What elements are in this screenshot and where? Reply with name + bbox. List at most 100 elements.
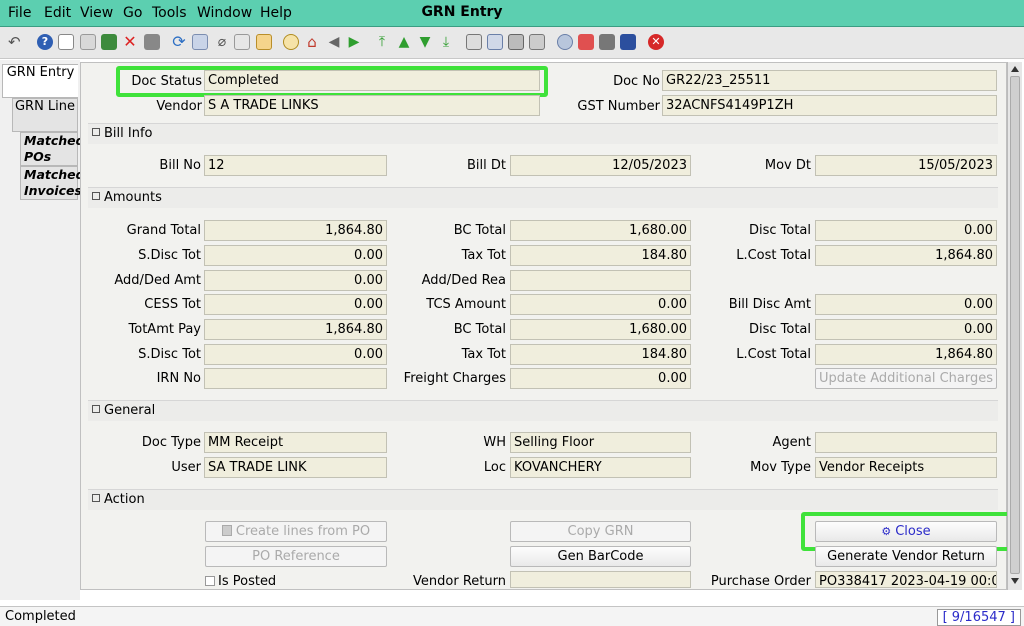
agent-label: Agent	[772, 435, 811, 450]
end-icon[interactable]	[620, 34, 636, 50]
first-record-icon[interactable]: ⤒	[374, 34, 390, 50]
create-lines-from-po-label: Create lines from PO	[235, 524, 371, 539]
gst-number-field[interactable]: 32ACNFS4149P1ZH	[662, 95, 997, 116]
gst-number-label: GST Number	[577, 99, 660, 114]
disc-total-field[interactable]: 0.00	[815, 220, 997, 241]
tab-matched-invoices[interactable]: Matched Invoices	[20, 166, 85, 200]
section-general[interactable]: General	[88, 400, 998, 421]
cess-tot-label: CESS Tot	[144, 297, 201, 312]
is-posted-label: Is Posted	[218, 574, 277, 589]
help-icon[interactable]: ?	[37, 34, 53, 50]
tab-strip: GRN Entry GRN Line Matched POs Matched I…	[0, 60, 85, 600]
history-icon[interactable]	[256, 34, 272, 50]
cess-tot-field[interactable]: 0.00	[204, 294, 387, 315]
scroll-down-icon[interactable]	[1011, 578, 1019, 584]
irn-no-label: IRN No	[156, 371, 201, 386]
sdisc-tot-label: S.Disc Tot	[138, 248, 201, 263]
delete-icon[interactable]: ✕	[122, 34, 138, 50]
add-ded-rea-label: Add/Ded Rea	[421, 273, 506, 288]
section-bill-info-title: Bill Info	[104, 126, 153, 141]
section-bill-info[interactable]: Bill Info	[88, 123, 998, 144]
tcs-amount-field[interactable]: 0.00	[510, 294, 691, 315]
generate-vendor-return-button[interactable]: Generate Vendor Return	[815, 546, 997, 567]
zoom-across-icon[interactable]	[557, 34, 573, 50]
lcost-total-2-field[interactable]: 1,864.80	[815, 344, 997, 365]
bc-total-label: BC Total	[453, 223, 506, 238]
doc-type-field[interactable]: MM Receipt	[204, 432, 387, 453]
vendor-label: Vendor	[156, 99, 202, 114]
totamt-pay-field[interactable]: 1,864.80	[204, 319, 387, 340]
lcost-total-field[interactable]: 1,864.80	[815, 245, 997, 266]
tax-tot-label: Tax Tot	[461, 248, 506, 263]
workflow-icon[interactable]	[578, 34, 594, 50]
close-window-icon[interactable]: ✕	[648, 34, 664, 50]
bc-total-field[interactable]: 1,680.00	[510, 220, 691, 241]
loc-field[interactable]: KOVANCHERY	[510, 457, 691, 478]
title-bar: File Edit View Go Tools Window Help GRN …	[0, 0, 1024, 27]
add-ded-rea-field[interactable]	[510, 270, 691, 291]
vendor-return-field[interactable]	[510, 571, 691, 588]
irn-no-field[interactable]	[204, 368, 387, 389]
tax-tot-2-field[interactable]: 184.80	[510, 344, 691, 365]
sdisc-tot-2-field[interactable]: 0.00	[204, 344, 387, 365]
attachment-icon[interactable]: ⌀	[214, 34, 230, 50]
disc-total-2-label: Disc Total	[748, 322, 811, 337]
next-record-icon[interactable]: ▼	[417, 34, 433, 50]
print-icon[interactable]	[529, 34, 545, 50]
copy-grn-button[interactable]: Copy GRN	[510, 521, 691, 542]
vendor-field[interactable]: S A TRADE LINKS	[204, 95, 540, 116]
purchase-order-field[interactable]: PO338417 2023-04-19 00:0	[815, 571, 997, 588]
refresh-icon[interactable]: ⟳	[171, 34, 187, 50]
grand-total-field[interactable]: 1,864.80	[204, 220, 387, 241]
wh-field[interactable]: Selling Floor	[510, 432, 691, 453]
product-info-icon[interactable]	[599, 34, 615, 50]
update-additional-charges-button[interactable]: Update Additional Charges	[815, 368, 997, 389]
add-ded-amt-field[interactable]: 0.00	[204, 270, 387, 291]
loc-label: Loc	[483, 460, 506, 475]
bill-no-field[interactable]: 12	[204, 155, 387, 176]
clock-icon[interactable]	[283, 34, 299, 50]
mov-dt-field[interactable]: 15/05/2023	[815, 155, 997, 176]
scroll-thumb[interactable]	[1010, 76, 1020, 574]
last-record-icon[interactable]: ⤓	[438, 34, 454, 50]
tab-grn-line[interactable]: GRN Line	[12, 98, 78, 132]
record-navigator[interactable]: [ 9/16547 ]	[936, 609, 1021, 626]
bc-total-2-field[interactable]: 1,680.00	[510, 319, 691, 340]
gen-barcode-button[interactable]: Gen BarCode	[510, 546, 691, 567]
forward-icon[interactable]: ▶	[346, 34, 362, 50]
tab-matched-pos[interactable]: Matched POs	[20, 132, 85, 166]
sdisc-tot-field[interactable]: 0.00	[204, 245, 387, 266]
previous-record-icon[interactable]: ▲	[396, 34, 412, 50]
scroll-up-icon[interactable]	[1011, 66, 1019, 72]
print-preview-icon[interactable]	[508, 34, 524, 50]
tax-tot-field[interactable]: 184.80	[510, 245, 691, 266]
create-lines-from-po-button[interactable]: Create lines from PO	[205, 521, 387, 542]
user-label: User	[171, 460, 201, 475]
report-icon[interactable]	[466, 34, 482, 50]
save-icon[interactable]	[144, 34, 160, 50]
section-amounts[interactable]: Amounts	[88, 187, 998, 208]
delete-selection-icon[interactable]	[101, 34, 117, 50]
bill-disc-amt-field[interactable]: 0.00	[815, 294, 997, 315]
totamt-pay-label: TotAmt Pay	[128, 322, 201, 337]
back-icon[interactable]: ◀	[326, 34, 342, 50]
chat-icon[interactable]	[234, 34, 250, 50]
vertical-scrollbar[interactable]	[1007, 62, 1022, 590]
tab-grn-entry[interactable]: GRN Entry	[2, 64, 78, 98]
home-icon[interactable]: ⌂	[304, 34, 320, 50]
mov-type-field[interactable]: Vendor Receipts	[815, 457, 997, 478]
find-icon[interactable]	[192, 34, 208, 50]
is-posted-checkbox[interactable]	[205, 576, 215, 586]
section-action[interactable]: Action	[88, 489, 998, 510]
disc-total-2-field[interactable]: 0.00	[815, 319, 997, 340]
undo-icon[interactable]: ↶	[8, 34, 24, 50]
bill-dt-field[interactable]: 12/05/2023	[510, 155, 691, 176]
freight-charges-field[interactable]: 0.00	[510, 368, 691, 389]
new-record-icon[interactable]	[58, 34, 74, 50]
po-reference-button[interactable]: PO Reference	[205, 546, 387, 567]
archive-icon[interactable]	[487, 34, 503, 50]
copy-record-icon[interactable]	[80, 34, 96, 50]
agent-field[interactable]	[815, 432, 997, 453]
doc-no-field[interactable]: GR22/23_25511	[662, 70, 997, 91]
user-field[interactable]: SA TRADE LINK	[204, 457, 387, 478]
